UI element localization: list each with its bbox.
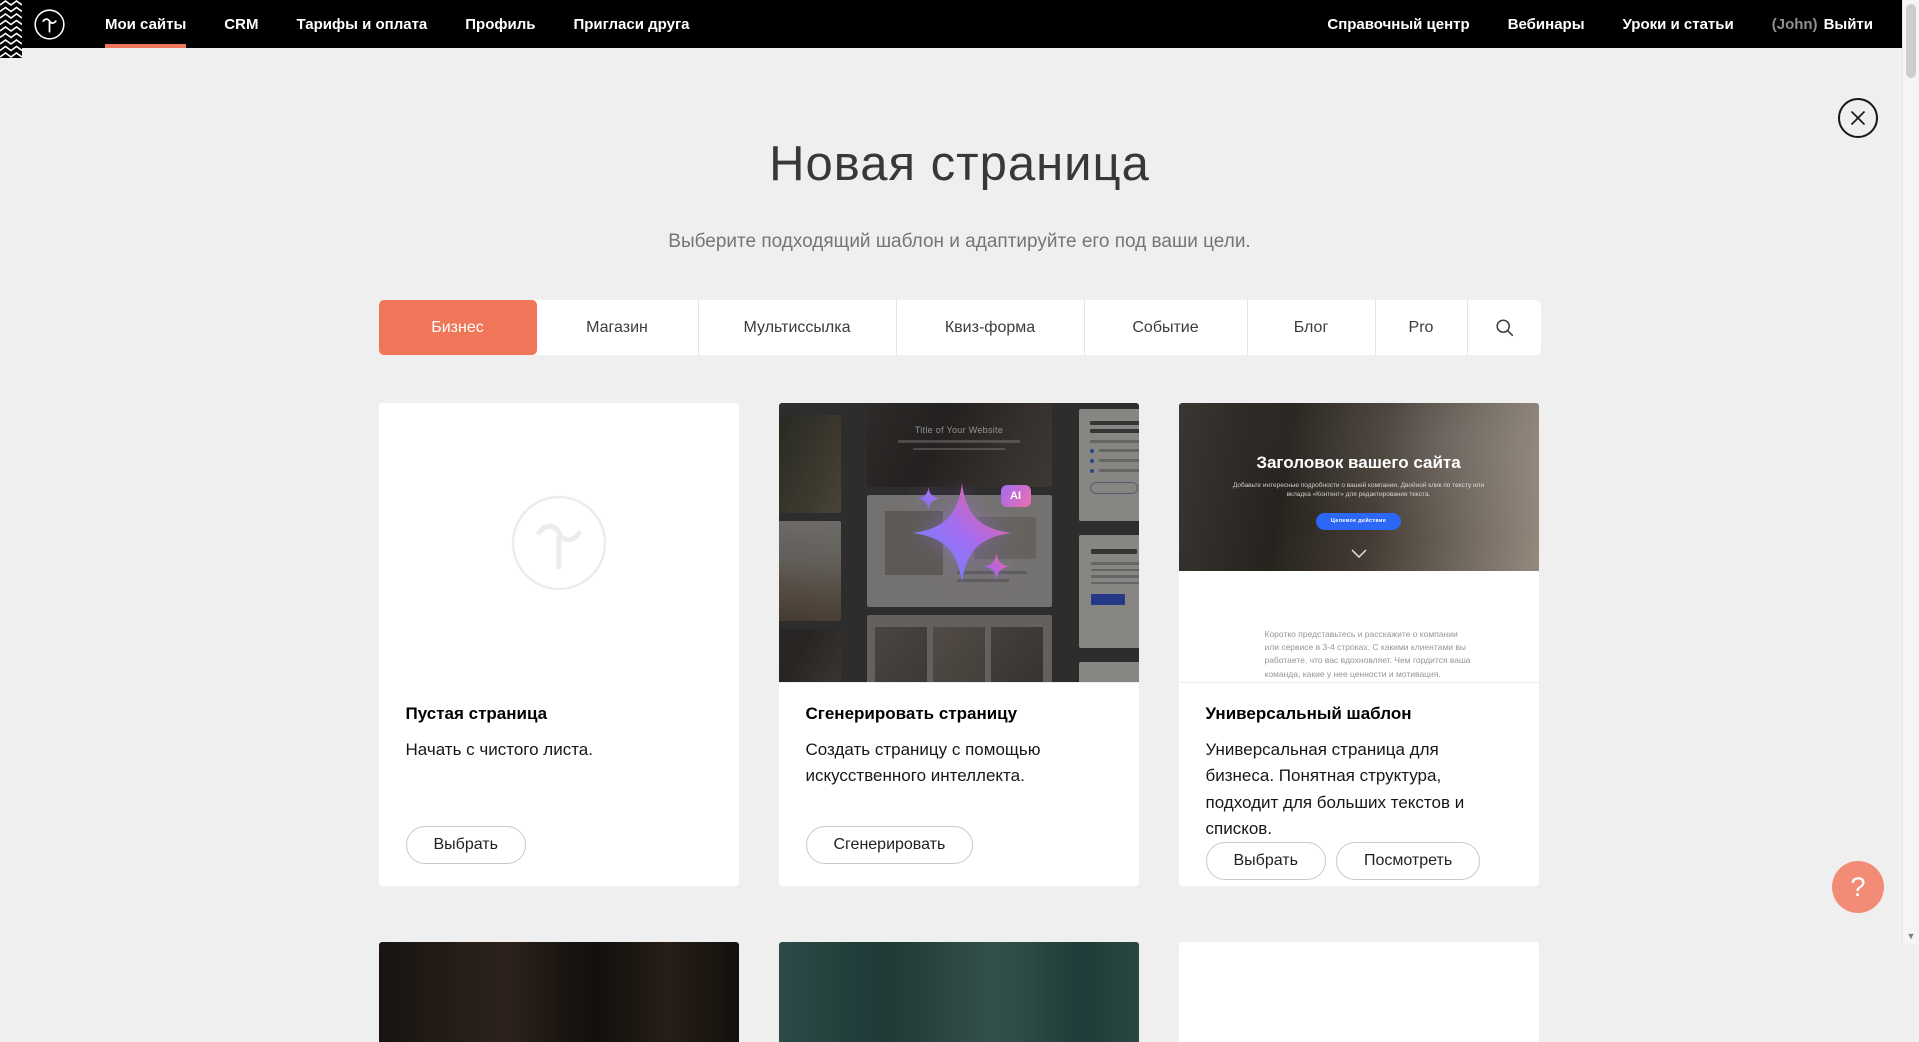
nav-item-invite-friend[interactable]: Пригласи друга (573, 0, 689, 48)
tilda-logo[interactable] (34, 0, 65, 48)
help-button[interactable]: ? (1832, 861, 1884, 913)
card-description: Создать страницу с помощью искусственног… (806, 737, 1112, 790)
universal-template-preview: Заголовок вашего сайта Добавьте интересн… (1179, 403, 1539, 683)
nav-item-tariffs[interactable]: Тарифы и оплата (296, 0, 427, 48)
ai-sparkle-small-icon (983, 553, 1010, 580)
page-subtitle: Выберите подходящий шаблон и адаптируйте… (0, 231, 1919, 253)
template-card-partial[interactable] (1179, 942, 1539, 1042)
tab-search[interactable] (1468, 300, 1541, 355)
question-mark-icon: ? (1850, 872, 1865, 903)
tab-business[interactable]: Бизнес (379, 300, 537, 355)
nav-item-webinars[interactable]: Вебинары (1508, 16, 1585, 33)
ai-sparkle-small-icon (917, 487, 940, 510)
card-body: Универсальный шаблон Универсальная стран… (1179, 683, 1539, 886)
card-title: Пустая страница (406, 704, 712, 724)
ai-badge: AI (1001, 485, 1031, 507)
choose-template-button[interactable]: Выбрать (1206, 842, 1326, 880)
secondary-nav: Справочный центр Вебинары Уроки и статьи… (1289, 0, 1873, 48)
tilda-watermark-icon (511, 495, 607, 591)
template-category-tabs: Бизнес Магазин Мультиссылка Квиз-форма С… (379, 300, 1541, 355)
template-cards-row-2 (379, 942, 1541, 1042)
tab-event[interactable]: Событие (1085, 300, 1248, 355)
tab-pro[interactable]: Pro (1376, 300, 1468, 355)
view-template-button[interactable]: Посмотреть (1336, 842, 1480, 880)
tab-multilink[interactable]: Мультиссылка (699, 300, 897, 355)
topbar-spacer (728, 0, 1290, 48)
generate-button[interactable]: Сгенерировать (806, 826, 974, 864)
card-actions: Сгенерировать (806, 826, 1112, 864)
tab-blog[interactable]: Блог (1248, 300, 1376, 355)
template-card-blank-page[interactable]: Пустая страница Начать с чистого листа. … (379, 403, 739, 886)
nav-item-crm[interactable]: CRM (224, 0, 258, 48)
blank-page-preview (379, 403, 739, 683)
template-body-text: Коротко представьтесь и расскажите о ком… (1265, 628, 1473, 681)
template-hero-section: Заголовок вашего сайта Добавьте интересн… (1179, 403, 1539, 571)
tilda-logo-icon (34, 9, 65, 40)
card-actions: Выбрать Посмотреть (1206, 842, 1512, 880)
logout-link[interactable]: Выйти (1824, 16, 1873, 33)
card-description: Универсальная страница для бизнеса. Поня… (1206, 737, 1512, 842)
template-card-ai-generate[interactable]: Title of Your Website (779, 403, 1139, 886)
template-hero-caption: Добавьте интересные подробности о вашей … (1233, 481, 1485, 500)
tab-quiz-form[interactable]: Квиз-форма (897, 300, 1085, 355)
tab-shop[interactable]: Магазин (537, 300, 699, 355)
scrollbar-down-arrow-icon[interactable]: ▼ (1903, 931, 1919, 941)
template-card-partial[interactable] (779, 942, 1139, 1042)
card-body: Пустая страница Начать с чистого листа. … (379, 683, 739, 886)
nav-item-profile[interactable]: Профиль (465, 0, 535, 48)
search-icon (1495, 318, 1514, 337)
card-body: Сгенерировать страницу Создать страницу … (779, 683, 1139, 886)
template-cta-button: Целевое действие (1316, 513, 1401, 530)
user-name: (John) (1772, 16, 1818, 33)
template-hero-title: Заголовок вашего сайта (1179, 453, 1539, 473)
template-body-section: Коротко представьтесь и расскажите о ком… (1179, 571, 1539, 683)
chevron-down-icon (1179, 545, 1539, 563)
card-title: Сгенерировать страницу (806, 704, 1112, 724)
page-title: Новая страница (0, 136, 1919, 192)
scrollbar-thumb[interactable] (1906, 4, 1916, 78)
template-card-partial[interactable] (379, 942, 739, 1042)
template-card-universal[interactable]: Заголовок вашего сайта Добавьте интересн… (1179, 403, 1539, 886)
zigzag-pattern-decoration (0, 0, 22, 58)
close-icon (1850, 110, 1866, 126)
card-actions: Выбрать (406, 826, 712, 864)
nav-item-help-center[interactable]: Справочный центр (1327, 16, 1469, 33)
card-title: Универсальный шаблон (1206, 704, 1512, 724)
page-scrollbar[interactable]: ▼ (1902, 0, 1919, 944)
nav-item-my-sites[interactable]: Мои сайты (105, 0, 186, 48)
ai-generate-preview: Title of Your Website (779, 403, 1139, 683)
template-cards-row: Пустая страница Начать с чистого листа. … (379, 403, 1541, 886)
card-description: Начать с чистого листа. (406, 737, 712, 763)
nav-item-lessons[interactable]: Уроки и статьи (1623, 16, 1734, 33)
choose-blank-button[interactable]: Выбрать (406, 826, 526, 864)
user-session: (John) Выйти (1772, 16, 1873, 33)
top-navigation-bar: Мои сайты CRM Тарифы и оплата Профиль Пр… (0, 0, 1919, 48)
close-button[interactable] (1838, 98, 1878, 138)
main-nav: Мои сайты CRM Тарифы и оплата Профиль Пр… (105, 0, 728, 48)
